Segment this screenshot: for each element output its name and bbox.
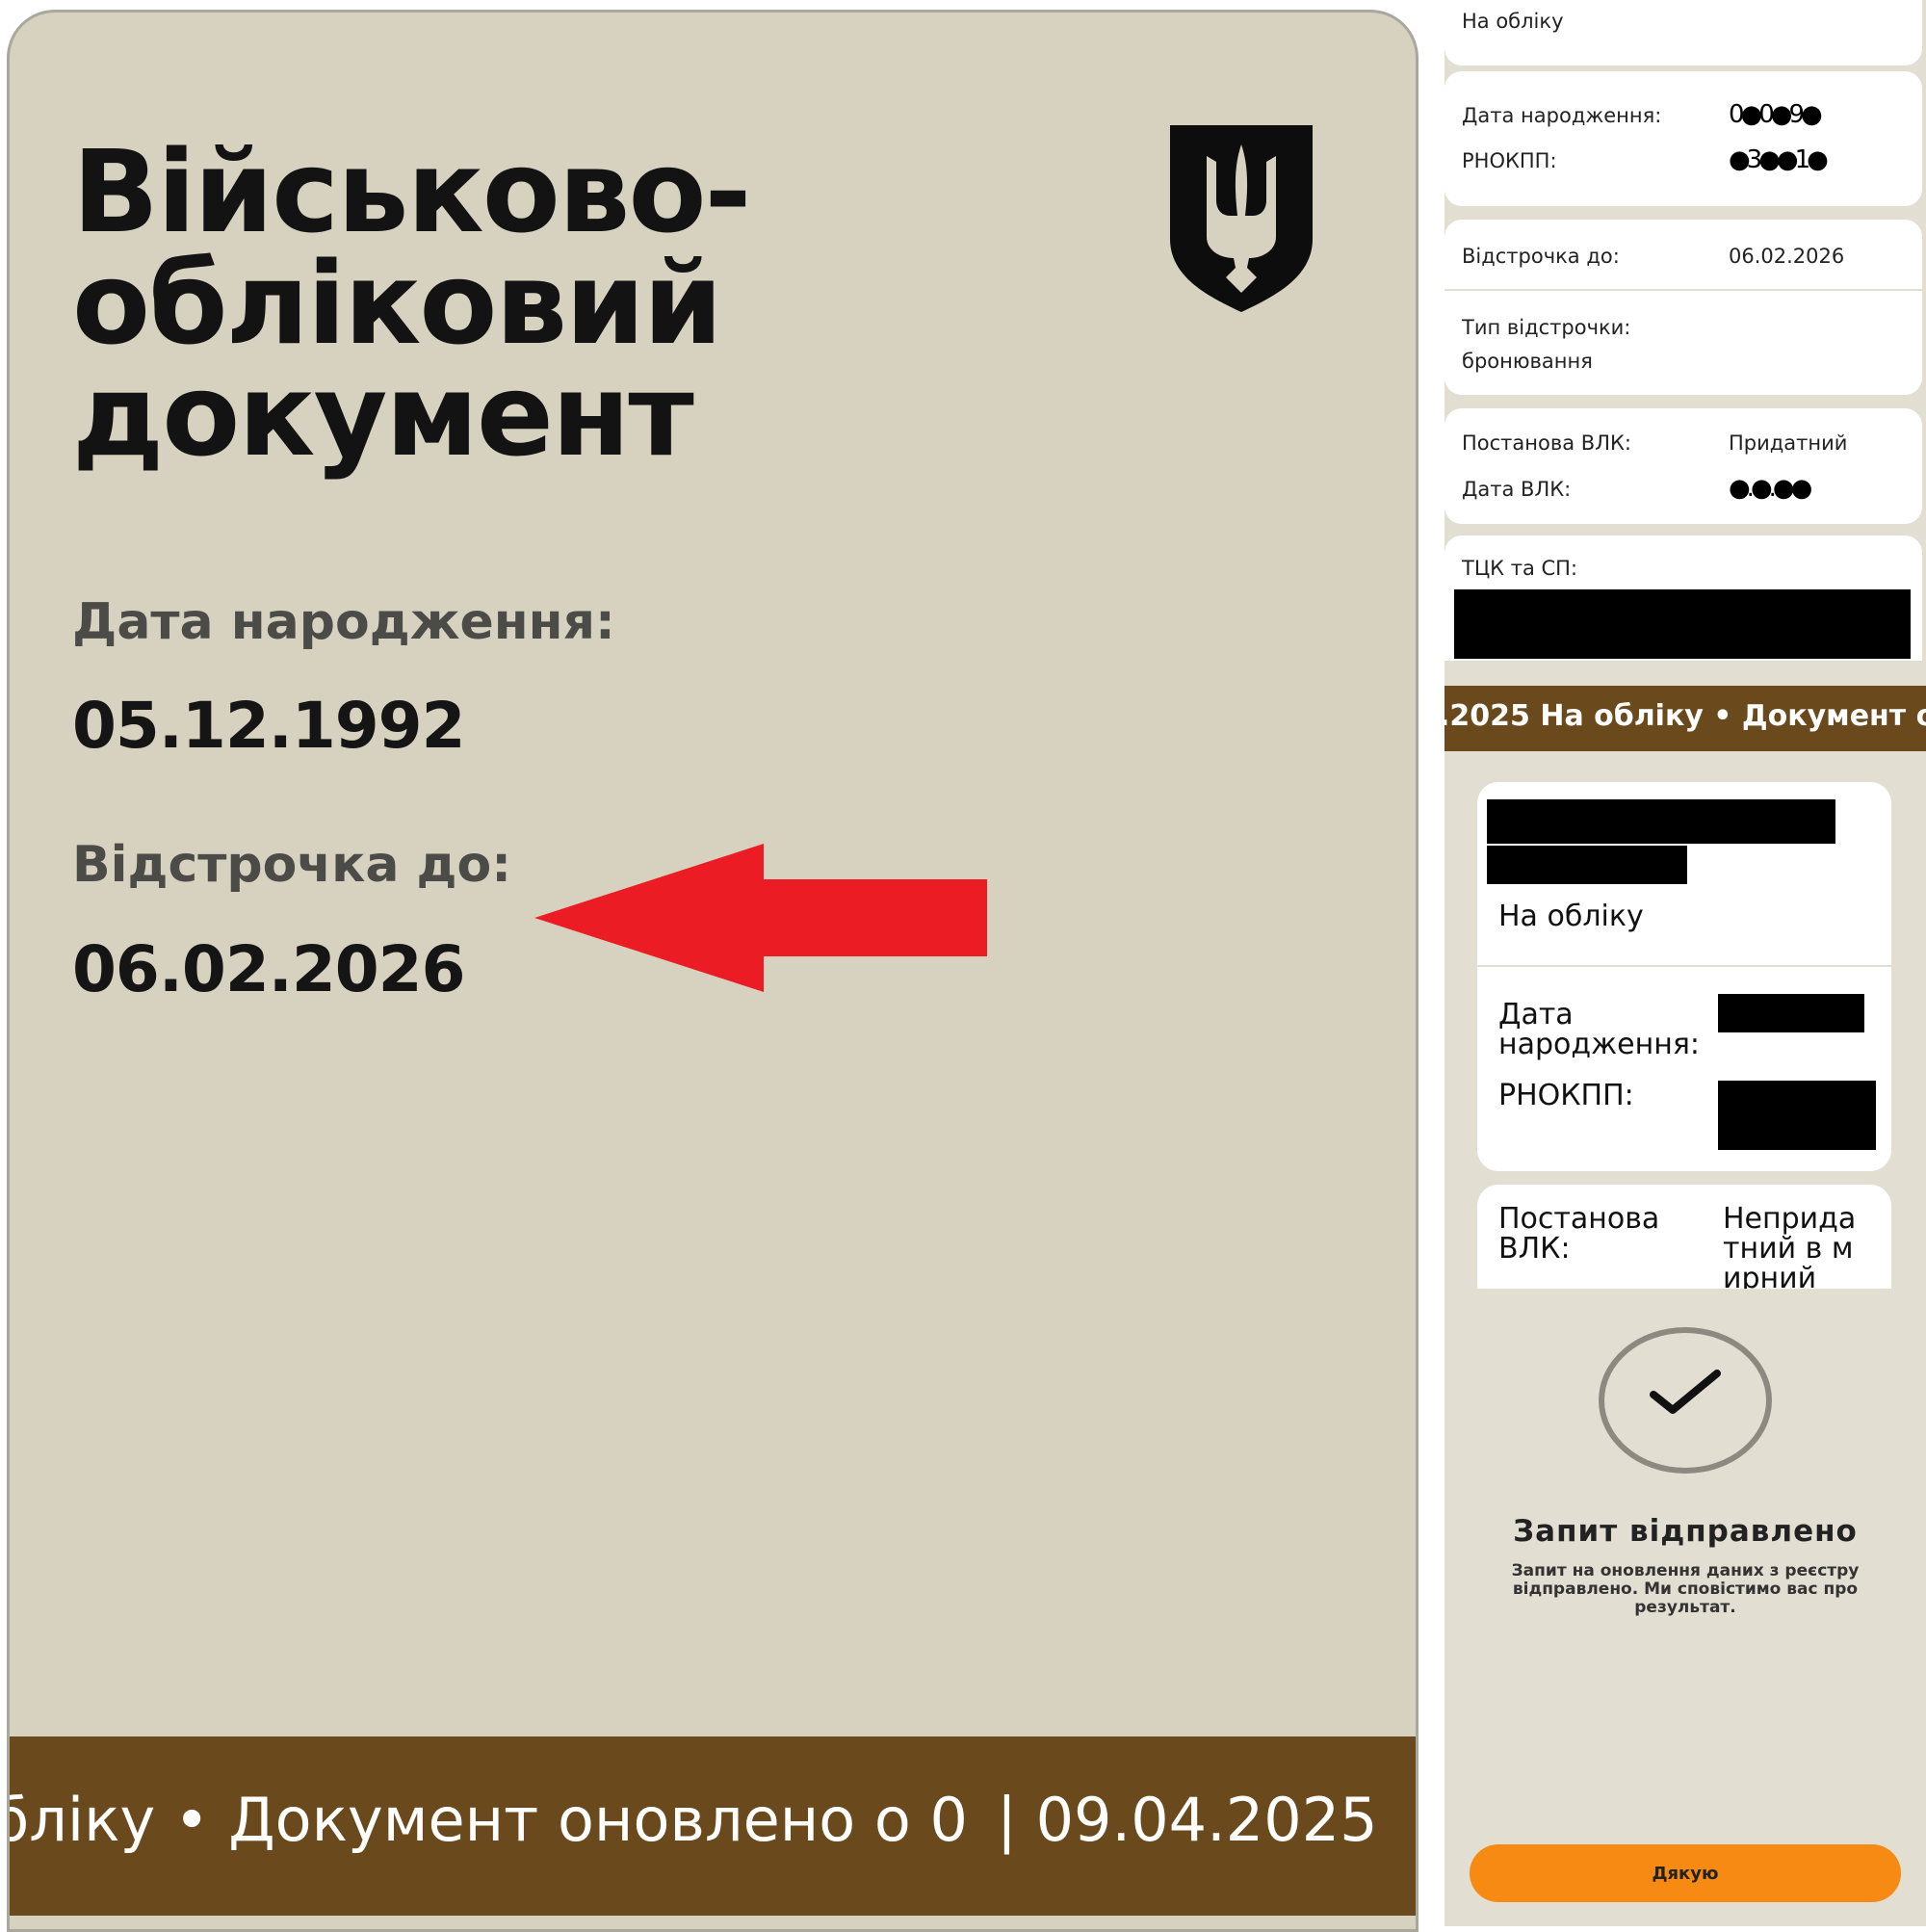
vlk-date-masked: ●.●.●● bbox=[1729, 474, 1812, 503]
deferral-value: 06.02.2026 bbox=[1729, 245, 1845, 268]
deferral-type-card: Тип відстрочки: бронювання bbox=[1444, 291, 1922, 395]
vlk-value-large: Непридатний в мирний bbox=[1723, 1202, 1857, 1289]
red-arrow-annotation bbox=[534, 844, 987, 992]
deferral-card: Відстрочка до: 06.02.2026 bbox=[1444, 220, 1922, 289]
personal-card-large: Дата народження: РНОКПП: bbox=[1477, 967, 1891, 1171]
dialog-title: Запит відправлено bbox=[1513, 1514, 1858, 1549]
redaction-block bbox=[1718, 1081, 1876, 1150]
vlk-label: Постанова ВЛК: bbox=[1462, 431, 1631, 455]
success-check-icon bbox=[1599, 1327, 1772, 1474]
redaction-block bbox=[1487, 799, 1835, 844]
status-ticker: бліку • Документ оновлено о 0 | 09.04.20… bbox=[10, 1736, 1416, 1916]
status-card: На обліку bbox=[1444, 0, 1922, 65]
vlk-label-large: Постанова ВЛК: bbox=[1498, 1202, 1660, 1266]
dialog-text: Запит на оновлення даних з реєстру відпр… bbox=[1511, 1561, 1860, 1617]
trident-shield-icon bbox=[1170, 125, 1313, 312]
vlk-card-large: Постанова ВЛК: Непридатний в мирний bbox=[1477, 1185, 1891, 1289]
redaction-block bbox=[1718, 994, 1864, 1032]
deferral-label: Відстрочка до: bbox=[1462, 245, 1620, 268]
tck-card: ТЦК та СП: bbox=[1444, 535, 1922, 661]
thanks-button[interactable]: Дякую bbox=[1470, 1844, 1901, 1902]
deferral-type-value: бронювання bbox=[1462, 350, 1593, 373]
status-text: На обліку bbox=[1462, 10, 1564, 33]
deferral-value: 06.02.2026 bbox=[72, 932, 466, 1006]
status-text-large: На обліку bbox=[1498, 900, 1644, 933]
ticker-text: бліку • Документ оновлено о 0 bbox=[10, 1785, 968, 1855]
vlk-card: Постанова ВЛК: Придатний Дата ВЛК: ●.●.●… bbox=[1444, 408, 1922, 524]
status-ticker-right: .2025 На обліку • Документ онов bbox=[1444, 686, 1926, 751]
birth-date-value: 05.12.1992 bbox=[72, 689, 466, 763]
personal-card: Дата народження: 0●0●9● РНОКПП: ●3●●1● bbox=[1444, 71, 1922, 206]
birth-label-large: Дата народження: bbox=[1498, 998, 1701, 1061]
rnokpp-value-masked: ●3●●1● bbox=[1729, 145, 1829, 174]
vlk-date-label: Дата ВЛК: bbox=[1462, 478, 1572, 501]
right-panel: На обліку Дата народження: 0●0●9● РНОКПП… bbox=[1444, 0, 1926, 1926]
identity-card: На обліку bbox=[1477, 782, 1891, 965]
rnokpp-label-large: РНОКПП: bbox=[1498, 1079, 1634, 1112]
birth-date-label: Дата народження: bbox=[72, 593, 615, 651]
rnokpp-label: РНОКПП: bbox=[1462, 149, 1557, 172]
tck-label: ТЦК та СП: bbox=[1462, 557, 1578, 580]
document-card: Військово- обліковий документ Дата народ… bbox=[7, 10, 1418, 1932]
ticker-date: | 09.04.2025 bbox=[997, 1785, 1378, 1855]
redaction-block bbox=[1454, 589, 1911, 659]
document-title: Військово- обліковий документ bbox=[72, 125, 751, 482]
ticker-text-right: .2025 На обліку • Документ онов bbox=[1444, 699, 1926, 733]
redaction-block bbox=[1487, 846, 1687, 884]
birth-value-masked: 0●0●9● bbox=[1729, 100, 1823, 129]
deferral-label: Відстрочка до: bbox=[72, 836, 512, 894]
birth-label: Дата народження: bbox=[1462, 104, 1662, 127]
vlk-value: Придатний bbox=[1729, 431, 1848, 455]
deferral-type-label: Тип відстрочки: bbox=[1462, 316, 1631, 339]
